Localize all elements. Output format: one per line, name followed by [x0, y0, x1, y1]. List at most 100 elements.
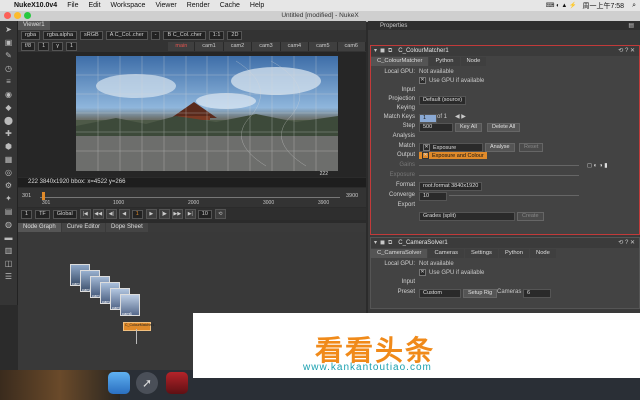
particles-tool-icon[interactable]: ✦: [3, 194, 14, 203]
frame-counter[interactable]: 1: [21, 209, 33, 219]
furnace-tool-icon[interactable]: ▬: [3, 233, 14, 242]
menu-workspace[interactable]: Workspace: [111, 2, 146, 9]
tab-c-colourmatcher[interactable]: C_ColourMatcher: [371, 56, 429, 66]
cameras-field[interactable]: 6: [523, 289, 551, 298]
gains-swatch-icons[interactable]: ◻ ◐ ◑ ▮: [587, 162, 608, 171]
other-tool-icon[interactable]: ◍: [3, 220, 14, 229]
match-dropdown-option[interactable]: ✕ Exposure and Colour: [419, 152, 487, 159]
menu-cache[interactable]: Cache: [220, 2, 240, 9]
metadata-tool-icon[interactable]: ⚙: [3, 181, 14, 190]
menu-file[interactable]: File: [67, 2, 78, 9]
current-frame-field[interactable]: 1: [131, 209, 143, 219]
color-tool-icon[interactable]: ◉: [3, 90, 14, 99]
fps-select[interactable]: TF: [35, 209, 50, 219]
exposure-slider[interactable]: [419, 175, 579, 176]
tab-settings[interactable]: Settings: [465, 248, 498, 258]
zoom-window-icon[interactable]: [24, 12, 31, 19]
fstop-field[interactable]: f/8: [21, 42, 36, 51]
format-select[interactable]: root.format 3840x1920: [419, 182, 483, 191]
setup-rig-button[interactable]: Setup Rig: [463, 289, 498, 298]
tab-node[interactable]: Node: [460, 56, 487, 66]
tab-cam2[interactable]: cam2: [223, 42, 253, 51]
step-field[interactable]: 500: [419, 123, 453, 132]
colour-matcher-node[interactable]: C_ColourMatcher1: [123, 322, 154, 331]
next-frame-button[interactable]: |▶: [158, 209, 170, 219]
views-tool-icon[interactable]: ◎: [3, 168, 14, 177]
loop-button[interactable]: ⟲: [214, 209, 226, 219]
solver-use-gpu-checkbox[interactable]: ✕ Use GPU if available: [419, 269, 484, 278]
filter-tool-icon[interactable]: ◆: [3, 103, 14, 112]
float-panel-icon[interactable]: ⧉: [388, 46, 392, 56]
input-b-select[interactable]: B C_Col..cher: [163, 31, 206, 40]
tab-cam4[interactable]: cam4: [280, 42, 310, 51]
toolsets-tool-icon[interactable]: ▤: [3, 207, 14, 216]
use-gpu-checkbox[interactable]: ✕ Use GPU if available: [419, 77, 484, 86]
timeline-end[interactable]: 3900: [346, 193, 358, 199]
image-tool-icon[interactable]: ▣: [3, 38, 14, 47]
menu-help[interactable]: Help: [250, 2, 264, 9]
read-node-cam6[interactable]: cam6: [120, 294, 140, 316]
menu-app[interactable]: NukeX10.0v4: [14, 2, 57, 9]
plugins-tool-icon[interactable]: ☰: [3, 272, 14, 281]
ocula-tool-icon[interactable]: ◫: [3, 259, 14, 268]
create-button[interactable]: Create: [517, 212, 544, 221]
collapse-icon[interactable]: ▾: [374, 46, 377, 56]
menubar-status-icons[interactable]: ⌨ ◐ ▲ ⚡: [546, 2, 577, 9]
keyer-tool-icon[interactable]: ⬤: [3, 116, 14, 125]
node-color-icon-solver[interactable]: ◼: [380, 238, 385, 248]
channel-tool-icon[interactable]: ≡: [3, 77, 14, 86]
menu-viewer[interactable]: Viewer: [155, 2, 176, 9]
view-mode-select[interactable]: 2D: [227, 31, 243, 40]
tab-main[interactable]: main: [168, 42, 196, 51]
step-field[interactable]: 10: [197, 209, 212, 219]
next-key-button[interactable]: ▶▶: [171, 209, 183, 219]
play-back-button[interactable]: ◀: [118, 209, 130, 219]
tab-c-camerasolver[interactable]: C_CameraSolver: [371, 248, 428, 258]
tab-python[interactable]: Python: [429, 56, 460, 66]
camera-solver-name[interactable]: C_CameraSolver1: [398, 238, 447, 248]
channels-select[interactable]: rgba: [21, 31, 41, 40]
tab-curve-editor[interactable]: Curve Editor: [61, 223, 106, 232]
tab-dope-sheet[interactable]: Dope Sheet: [106, 223, 148, 232]
cara-vr-tool-icon[interactable]: ▥: [3, 246, 14, 255]
transform-tool-icon[interactable]: ⬢: [3, 142, 14, 151]
converge-slider[interactable]: [449, 195, 579, 196]
delete-all-button[interactable]: Delete All: [487, 123, 521, 132]
goto-end-button[interactable]: ▶|: [184, 209, 196, 219]
preset-select[interactable]: Custom: [419, 289, 461, 298]
gamma-icon[interactable]: γ: [52, 42, 63, 51]
timeline-bar[interactable]: 301 301 1000 2000 3000 3900 3900: [18, 188, 366, 207]
alpha-select[interactable]: rgba.alpha: [43, 31, 78, 40]
zoom-select[interactable]: 1:1: [208, 31, 225, 40]
menu-render[interactable]: Render: [187, 2, 210, 9]
menubar-clock[interactable]: 周一上午7:58: [582, 1, 624, 11]
key-all-button[interactable]: Key All: [455, 123, 482, 132]
global-select[interactable]: Global: [52, 209, 77, 219]
tab-node-graph[interactable]: Node Graph: [18, 223, 61, 232]
prev-frame-button[interactable]: ◀|: [105, 209, 117, 219]
nuke-icon[interactable]: [166, 372, 188, 394]
viewer-canvas[interactable]: 222: [18, 52, 366, 177]
menu-edit[interactable]: Edit: [88, 2, 100, 9]
converge-field[interactable]: 10: [419, 192, 447, 201]
colour-matcher-name[interactable]: C_ColourMatcher1: [398, 46, 448, 56]
minimize-window-icon[interactable]: [14, 12, 21, 19]
close-window-icon[interactable]: [4, 12, 11, 19]
gains-slider[interactable]: [419, 165, 579, 166]
timeline-start[interactable]: 301: [22, 193, 31, 199]
tab-viewer1[interactable]: Viewer1: [18, 21, 50, 30]
float-panel-icon-solver[interactable]: ⧉: [388, 238, 392, 248]
time-tool-icon[interactable]: ◷: [3, 64, 14, 73]
finder-icon[interactable]: [108, 372, 130, 394]
tab-cam3[interactable]: cam3: [252, 42, 281, 51]
tab-python-solver[interactable]: Python: [498, 248, 530, 258]
match-keys-arrows-icon[interactable]: ◀ ▶: [455, 113, 466, 122]
properties-menu-icon[interactable]: ▤: [628, 22, 634, 29]
draw-tool-icon[interactable]: ✎: [3, 51, 14, 60]
panel-tools-icon[interactable]: ⟲ ? ✕: [618, 46, 635, 56]
node-color-icon[interactable]: ◼: [380, 46, 385, 56]
tab-cameras[interactable]: Cameras: [428, 248, 464, 258]
input-a-select[interactable]: A C_Col..cher: [105, 31, 148, 40]
merge-tool-icon[interactable]: ✚: [3, 129, 14, 138]
launchpad-icon[interactable]: ➚: [136, 372, 158, 394]
